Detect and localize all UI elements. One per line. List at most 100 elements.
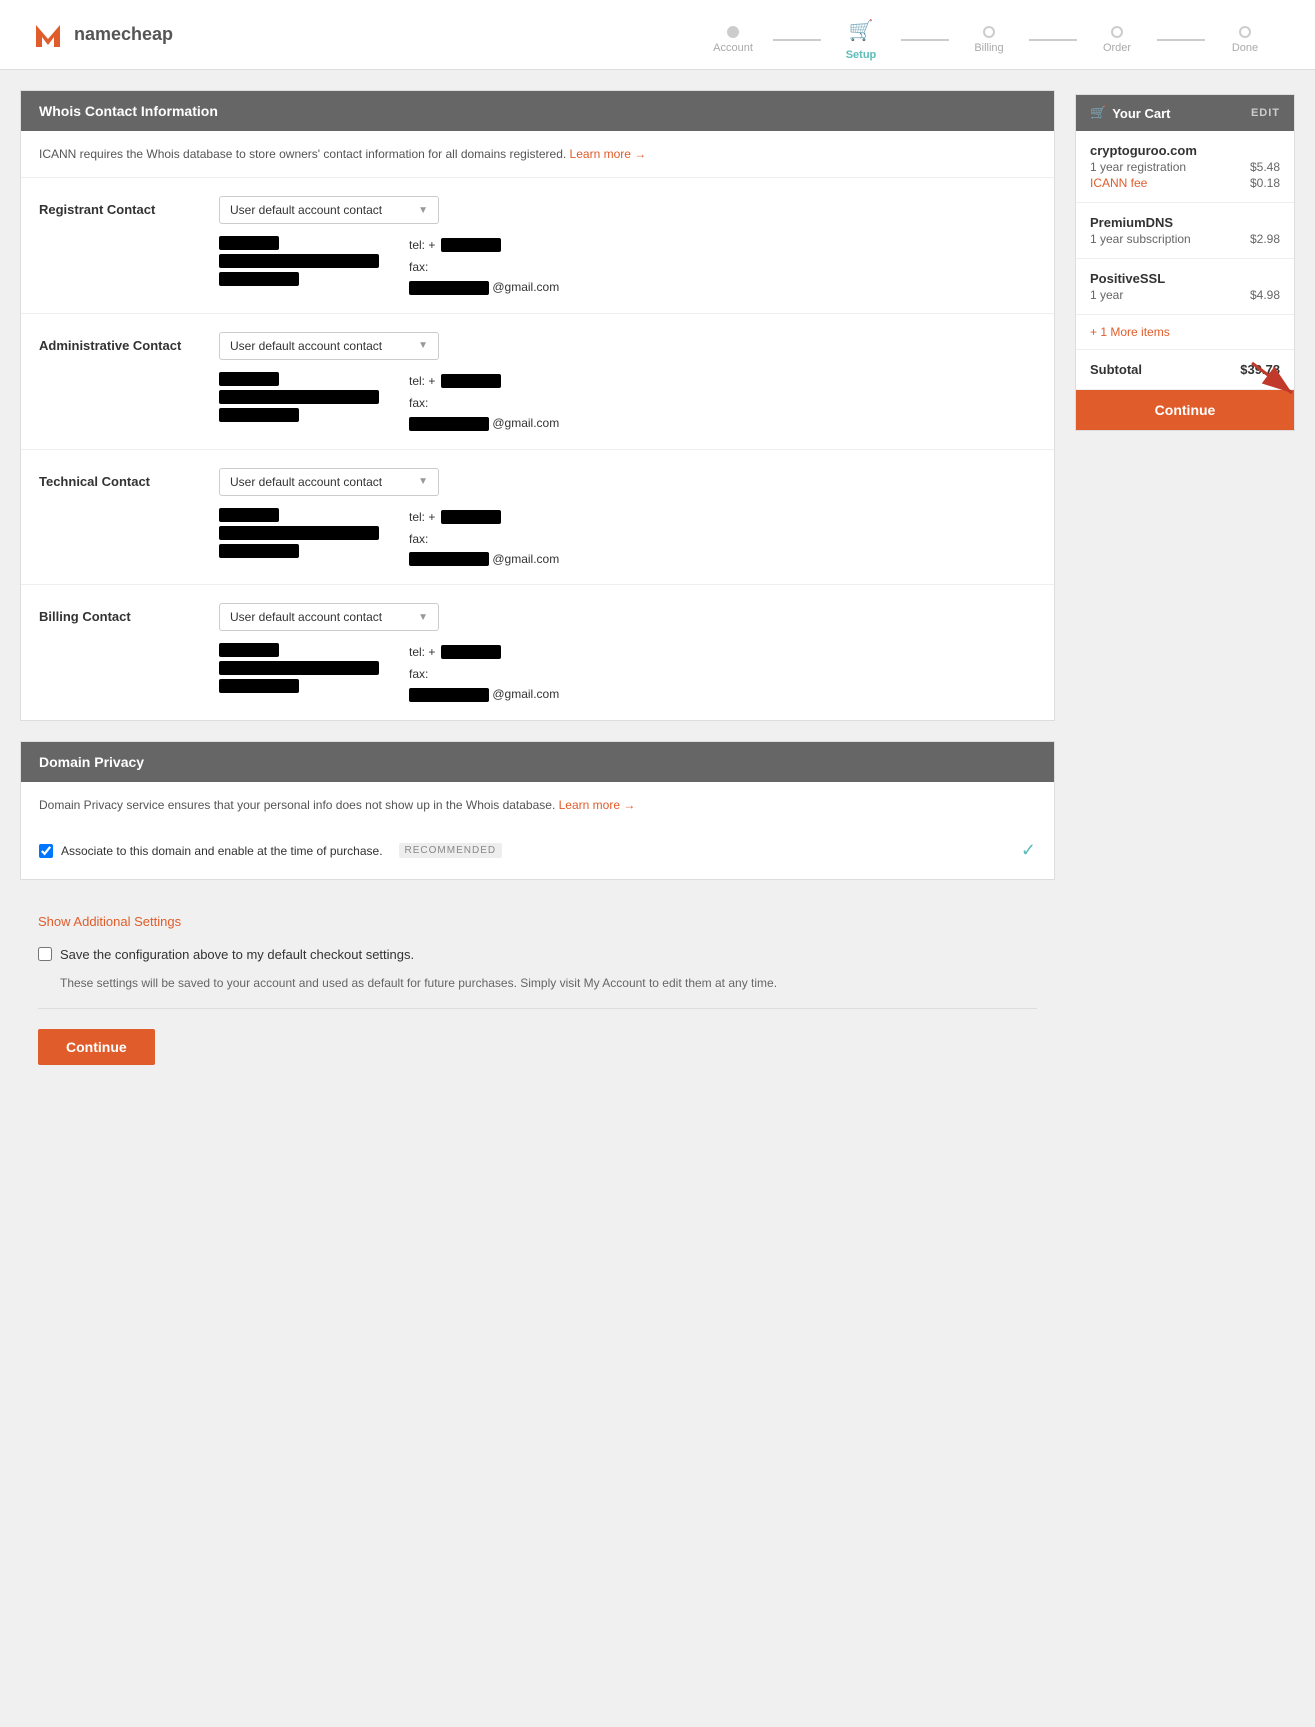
cart-item-1: PremiumDNS 1 year subscription $2.98 <box>1076 203 1294 259</box>
redacted-tel-4 <box>441 645 501 659</box>
admin-contact-dropdown[interactable]: User default account contact ▼ <box>219 332 439 360</box>
redacted-city-3 <box>219 544 299 558</box>
registrant-contact-dropdown[interactable]: User default account contact ▼ <box>219 196 439 224</box>
registrant-dropdown-value: User default account contact <box>230 203 382 217</box>
cart-item-2-sub-label: 1 year <box>1090 288 1123 302</box>
cart-item-0-sub-label: 1 year registration <box>1090 160 1186 174</box>
cart-item-2-sub: 1 year $4.98 <box>1090 288 1280 302</box>
billing-right-info: tel: + fax: @gmail.com <box>409 643 559 702</box>
step-billing: Billing <box>949 26 1029 54</box>
billing-contact-dropdown[interactable]: User default account contact ▼ <box>219 603 439 631</box>
step-line-2 <box>901 39 949 41</box>
left-panel: Whois Contact Information ICANN requires… <box>20 90 1055 1085</box>
step-billing-label: Billing <box>974 42 1003 54</box>
domain-privacy-title: Domain Privacy <box>39 754 144 770</box>
redacted-address-1 <box>219 254 379 268</box>
additional-settings-link[interactable]: Show Additional Settings <box>38 900 181 939</box>
tech-left-info <box>219 508 379 567</box>
privacy-learn-more-link[interactable]: Learn more → <box>559 798 636 812</box>
cart-header: 🛒 Your Cart EDIT <box>1076 95 1294 131</box>
tech-contact-dropdown[interactable]: User default account contact ▼ <box>219 468 439 496</box>
redacted-name-3 <box>219 508 279 522</box>
billing-dropdown-arrow: ▼ <box>418 612 428 623</box>
redacted-tel-1 <box>441 238 501 252</box>
cart-edit-button[interactable]: EDIT <box>1251 107 1280 119</box>
redacted-city-1 <box>219 272 299 286</box>
registrant-tel: tel: + <box>409 236 559 254</box>
admin-left-info <box>219 372 379 431</box>
redacted-email-1 <box>409 281 489 295</box>
admin-tel: tel: + <box>409 372 559 390</box>
redacted-email-2 <box>409 417 489 431</box>
redacted-name-1 <box>219 236 279 250</box>
admin-right-info: tel: + fax: @gmail.com <box>409 372 559 431</box>
tech-contact-row: Technical Contact User default account c… <box>21 450 1054 586</box>
redacted-email-3 <box>409 552 489 566</box>
bottom-bar: Continue <box>38 1008 1037 1085</box>
privacy-checkbox-label: Associate to this domain and enable at t… <box>61 844 383 858</box>
step-done-label: Done <box>1232 42 1258 54</box>
save-config-row: Save the configuration above to my defau… <box>38 939 1037 970</box>
tech-dropdown-value: User default account contact <box>230 475 382 489</box>
step-account: Account <box>693 26 773 54</box>
tech-dropdown-arrow: ▼ <box>418 476 428 487</box>
recommended-badge: RECOMMENDED <box>399 843 503 858</box>
admin-contact-row: Administrative Contact User default acco… <box>21 314 1054 450</box>
step-done-dot <box>1239 26 1251 38</box>
billing-contact-row: Billing Contact User default account con… <box>21 585 1054 720</box>
registrant-right-info: tel: + fax: @gmail.com <box>409 236 559 295</box>
registrant-contact-row: Registrant Contact User default account … <box>21 178 1054 314</box>
whois-info: ICANN requires the Whois database to sto… <box>21 131 1054 178</box>
cart-title: Your Cart <box>1112 106 1170 121</box>
cart-more-items[interactable]: + 1 More items <box>1076 315 1294 350</box>
whois-section-header: Whois Contact Information <box>21 91 1054 131</box>
logo-text: namecheap <box>74 24 173 45</box>
registrant-email: @gmail.com <box>409 280 559 295</box>
registrant-dropdown-arrow: ▼ <box>418 205 428 216</box>
redacted-address-4 <box>219 661 379 675</box>
cart-subtotal-label: Subtotal <box>1090 362 1142 377</box>
domain-privacy-section: Domain Privacy Domain Privacy service en… <box>20 741 1055 880</box>
redacted-name-2 <box>219 372 279 386</box>
step-setup: 🛒 Setup <box>821 18 901 61</box>
redacted-tel-2 <box>441 374 501 388</box>
step-account-label: Account <box>713 42 753 54</box>
redacted-email-4 <box>409 688 489 702</box>
privacy-left: Associate to this domain and enable at t… <box>39 843 502 858</box>
cart-item-1-sub-label: 1 year subscription <box>1090 232 1191 246</box>
tech-fax: fax: <box>409 530 559 548</box>
cart-item-2-price: $4.98 <box>1250 288 1280 302</box>
privacy-checkbox[interactable] <box>39 844 53 858</box>
redacted-tel-3 <box>441 510 501 524</box>
cart-item-0-fee-name: ICANN fee <box>1090 176 1147 190</box>
step-line-1 <box>773 39 821 41</box>
redacted-address-3 <box>219 526 379 540</box>
billing-contact-label: Billing Contact <box>39 603 199 624</box>
registrant-left-info <box>219 236 379 295</box>
cart-item-0-fee: ICANN fee $0.18 <box>1090 176 1280 190</box>
header: namecheap Account 🛒 Setup Billing Order <box>0 0 1315 70</box>
bottom-continue-button[interactable]: Continue <box>38 1029 155 1065</box>
namecheap-logo-icon <box>30 17 66 53</box>
tech-contact-right: User default account contact ▼ tel: + <box>219 468 1036 567</box>
whois-info-text: ICANN requires the Whois database to sto… <box>39 147 566 161</box>
billing-dropdown-value: User default account contact <box>230 610 382 624</box>
admin-contact-details: tel: + fax: @gmail.com <box>219 372 1036 431</box>
save-config-label: Save the configuration above to my defau… <box>60 947 414 962</box>
cart-item-0-price: $5.48 <box>1250 160 1280 174</box>
billing-contact-details: tel: + fax: @gmail.com <box>219 643 1036 702</box>
whois-learn-more-link[interactable]: Learn more → <box>570 147 647 161</box>
save-config-checkbox[interactable] <box>38 947 52 961</box>
admin-dropdown-value: User default account contact <box>230 339 382 353</box>
whois-section: Whois Contact Information ICANN requires… <box>20 90 1055 721</box>
cart-item-0-fee-price: $0.18 <box>1250 176 1280 190</box>
cart-item-1-name: PremiumDNS <box>1090 215 1280 230</box>
cart-continue-button[interactable]: Continue <box>1076 390 1294 430</box>
registrant-contact-right: User default account contact ▼ tel: + <box>219 196 1036 295</box>
admin-contact-label: Administrative Contact <box>39 332 199 353</box>
cart-subtotal-row: Subtotal $39.78 <box>1076 350 1294 390</box>
cart-item-0-sub: 1 year registration $5.48 <box>1090 160 1280 174</box>
redacted-name-4 <box>219 643 279 657</box>
tech-contact-details: tel: + fax: @gmail.com <box>219 508 1036 567</box>
cart-continue-area: Continue <box>1076 390 1294 430</box>
